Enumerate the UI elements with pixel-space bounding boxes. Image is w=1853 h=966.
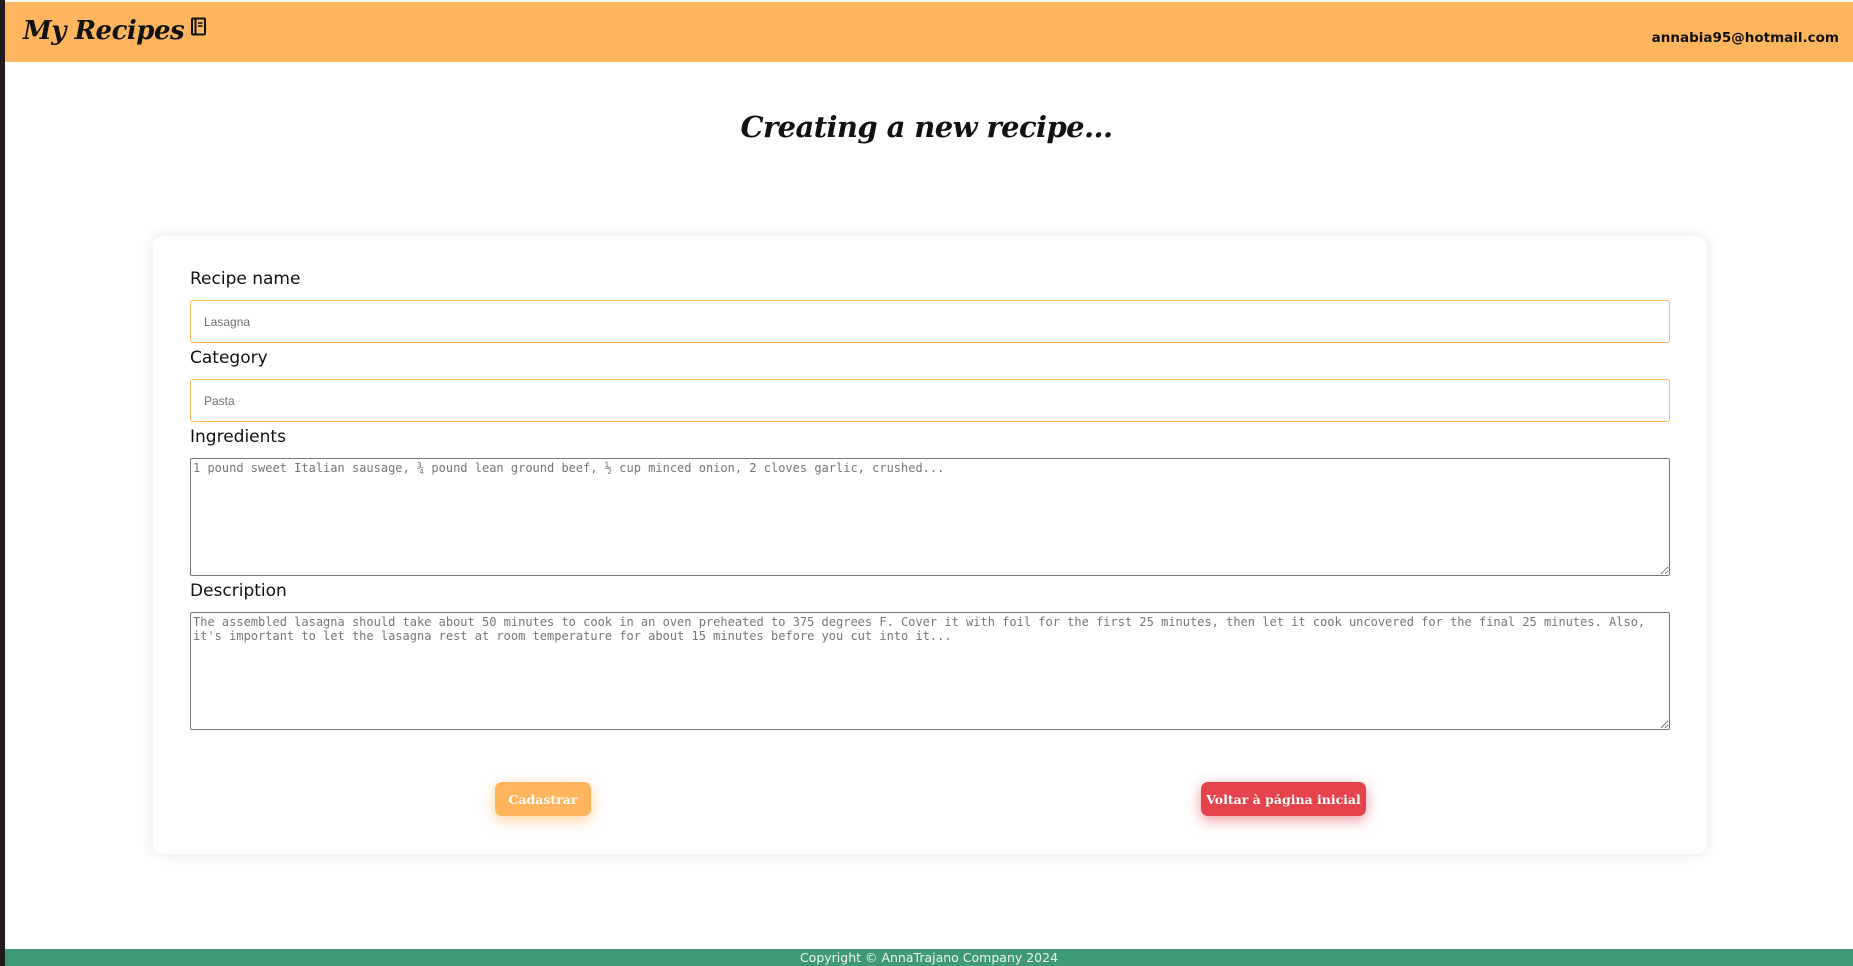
recipe-form-card: Recipe name Category Ingredients Descrip… bbox=[153, 236, 1707, 854]
navbar: My Recipes annabia95@hotmail.com bbox=[5, 0, 1853, 62]
footer: Copyright © AnnaTrajano Company 2024 bbox=[5, 949, 1853, 966]
brand-title: My Recipes bbox=[23, 16, 185, 46]
back-home-button[interactable]: Voltar à página inicial bbox=[1201, 782, 1366, 816]
ingredients-label: Ingredients bbox=[190, 427, 286, 447]
user-email: annabia95@hotmail.com bbox=[1651, 30, 1839, 46]
description-label: Description bbox=[190, 581, 287, 601]
recipe-name-input[interactable] bbox=[190, 300, 1670, 343]
recipe-name-label: Recipe name bbox=[190, 269, 301, 289]
category-input[interactable] bbox=[190, 379, 1670, 422]
copyright-text: Copyright © AnnaTrajano Company 2024 bbox=[799, 950, 1059, 965]
recipe-book-icon bbox=[190, 17, 208, 37]
ingredients-textarea[interactable] bbox=[190, 458, 1670, 576]
description-textarea[interactable] bbox=[190, 612, 1670, 730]
window-edge bbox=[0, 0, 5, 966]
page-title: Creating a new recipe... bbox=[740, 110, 1114, 144]
brand[interactable]: My Recipes bbox=[23, 16, 208, 46]
category-label: Category bbox=[190, 348, 268, 368]
submit-button[interactable]: Cadastrar bbox=[495, 782, 591, 816]
